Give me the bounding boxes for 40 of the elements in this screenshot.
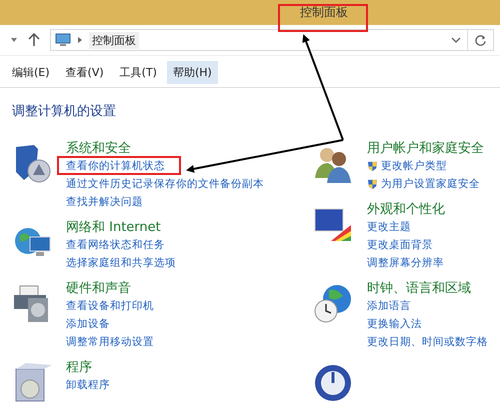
category-title[interactable]: 系统和安全 bbox=[66, 140, 264, 158]
link[interactable]: 更改日期、时间或数字格 bbox=[367, 334, 488, 351]
chevron-icon bbox=[77, 36, 83, 44]
menu-item[interactable]: 帮助(H) bbox=[166, 61, 218, 84]
link[interactable]: 更换输入法 bbox=[367, 316, 422, 333]
page-heading: 调整计算机的设置 bbox=[12, 103, 117, 120]
link[interactable]: 更改主题 bbox=[367, 219, 411, 236]
link[interactable]: 更改帐户类型 bbox=[381, 158, 447, 175]
category-title[interactable]: 硬件和声音 bbox=[66, 280, 154, 298]
category-title[interactable]: 用户帐户和家庭安全 bbox=[367, 140, 484, 158]
link[interactable]: 添加语言 bbox=[367, 298, 411, 315]
link[interactable]: 选择家庭组和共享选项 bbox=[66, 255, 176, 272]
dropdown-caret-icon[interactable] bbox=[10, 36, 18, 44]
link[interactable]: 查找并解决问题 bbox=[66, 194, 143, 211]
link[interactable]: 为用户设置家庭安全 bbox=[381, 176, 480, 193]
link[interactable]: 调整屏幕分辨率 bbox=[367, 255, 444, 272]
breadcrumb[interactable]: 控制面板 bbox=[89, 32, 139, 48]
refresh-icon[interactable] bbox=[474, 34, 487, 46]
link[interactable]: 调整常用移动设置 bbox=[66, 334, 154, 351]
category-title[interactable]: 时钟、语言和区域 bbox=[367, 280, 488, 298]
link[interactable]: 添加设备 bbox=[66, 316, 110, 333]
link[interactable]: 查看设备和打印机 bbox=[66, 298, 154, 315]
dial-icon[interactable] bbox=[313, 363, 353, 402]
link[interactable]: 卸载程序 bbox=[66, 377, 110, 394]
link[interactable]: 更改桌面背景 bbox=[367, 237, 433, 254]
menu-item[interactable]: 查看(V) bbox=[60, 61, 110, 84]
globe-clock-icon[interactable] bbox=[313, 284, 353, 324]
category-title[interactable]: 网络和 Internet bbox=[66, 219, 176, 237]
link[interactable]: 通过文件历史记录保存你的文件备份副本 bbox=[66, 176, 264, 193]
window-title: 控制面板 bbox=[300, 4, 348, 21]
menu-item[interactable]: 编辑(E) bbox=[6, 61, 56, 84]
category-title[interactable]: 程序 bbox=[66, 359, 110, 377]
link[interactable]: 查看你的计算机状态 bbox=[66, 158, 165, 175]
category-title[interactable]: 外观和个性化 bbox=[367, 201, 445, 219]
menu-item[interactable]: 工具(T) bbox=[114, 61, 163, 84]
link[interactable]: 查看网络状态和任务 bbox=[66, 237, 165, 254]
up-arrow-icon[interactable] bbox=[28, 33, 40, 47]
address-bar[interactable]: 控制面板 bbox=[50, 29, 494, 51]
computer-icon bbox=[55, 33, 71, 47]
dropdown-caret-icon[interactable] bbox=[451, 36, 461, 44]
